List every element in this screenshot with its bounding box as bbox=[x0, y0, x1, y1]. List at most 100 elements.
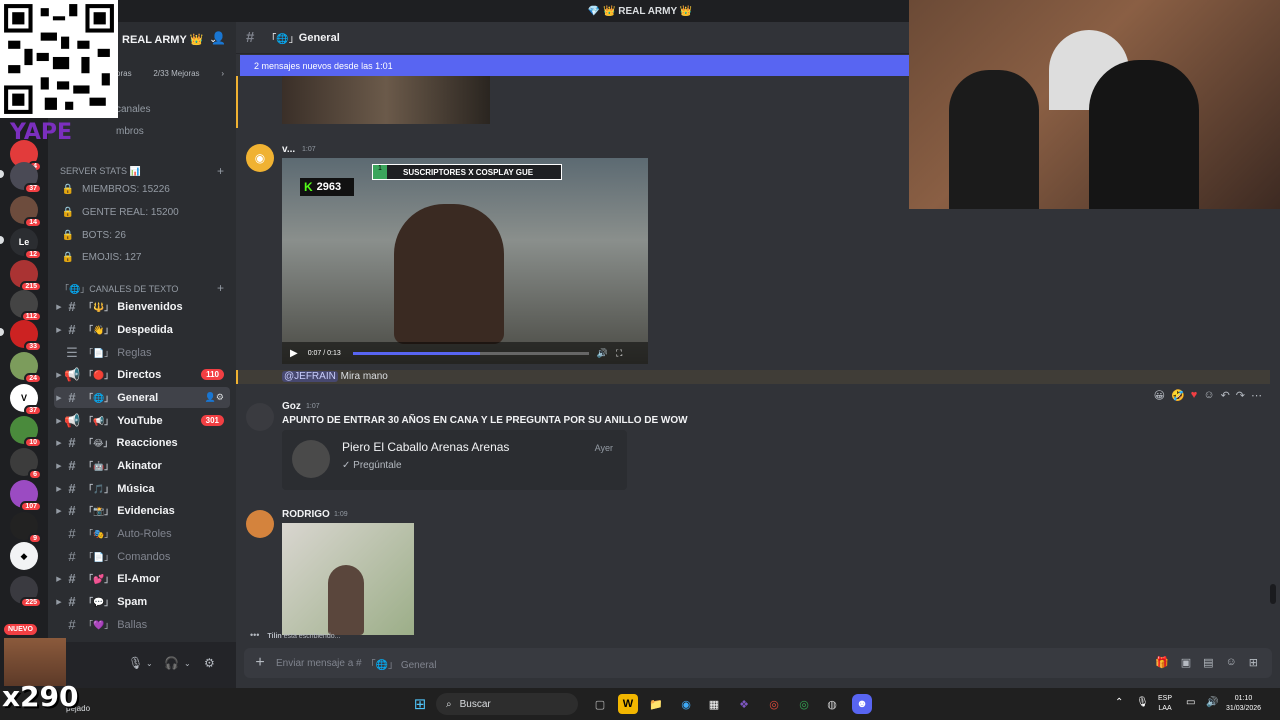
person-silhouette bbox=[1089, 60, 1199, 209]
play-icon[interactable]: ▶ bbox=[290, 348, 298, 359]
discord-taskbar-icon[interactable]: ☻ bbox=[852, 694, 872, 714]
scrollbar[interactable] bbox=[1270, 584, 1276, 604]
fullscreen-icon[interactable]: ⛶ bbox=[616, 348, 622, 359]
channel-evidencias[interactable]: ▶ # 「📸」 Evidencias bbox=[54, 500, 230, 521]
browser-icon[interactable]: ◎ bbox=[794, 694, 814, 714]
chevron-down-icon[interactable]: ⌄ bbox=[184, 659, 191, 668]
boost-progress[interactable]: oras 2/33 Mejoras › bbox=[112, 64, 228, 82]
link-embed[interactable]: Piero El Caballo Arenas Arenas ✓ Pregúnt… bbox=[282, 430, 627, 490]
add-channel-icon[interactable]: + bbox=[217, 164, 224, 178]
browse-channels[interactable]: canales bbox=[116, 104, 150, 115]
channel-directos[interactable]: ▶ 📢 「🔴」 Directos 110 bbox=[54, 364, 230, 385]
headphones-icon[interactable]: 🎧 bbox=[164, 656, 179, 670]
obs-icon[interactable]: ◍ bbox=[822, 694, 842, 714]
video-seek-bar[interactable] bbox=[352, 351, 589, 355]
channel-auto-roles[interactable]: # 「🎭」 Auto-Roles bbox=[54, 523, 230, 544]
stat-emojis[interactable]: 🔒 EMOJIS: 127 bbox=[60, 247, 230, 267]
chevron-right-icon: ▶ bbox=[56, 575, 62, 583]
microphone-icon[interactable]: 🎙 bbox=[128, 656, 143, 670]
chevron-up-icon[interactable]: ⌃ bbox=[1115, 698, 1123, 708]
copilot-icon[interactable]: ❖ bbox=[734, 694, 754, 714]
channel-el-amor[interactable]: ▶ # 「💕」 El-Amor bbox=[54, 568, 230, 589]
server-icon[interactable]: 112 bbox=[10, 290, 42, 322]
add-reaction-icon[interactable]: ☺ bbox=[1203, 389, 1214, 402]
channel-reglas[interactable]: ☰ 「📄」 Reglas bbox=[54, 342, 230, 363]
server-icon[interactable]: 33 bbox=[10, 320, 42, 352]
task-view-icon[interactable]: ▢ bbox=[590, 694, 610, 714]
sticker-icon[interactable]: ▤ bbox=[1203, 656, 1213, 669]
reply-icon[interactable]: ↶ bbox=[1221, 389, 1230, 402]
server-icon[interactable]: 107 bbox=[10, 480, 42, 512]
server-icon[interactable]: 9 bbox=[10, 512, 42, 544]
file-explorer-icon[interactable]: 📁 bbox=[646, 694, 666, 714]
reaction-emoji-icon[interactable]: 😀 bbox=[1154, 389, 1165, 402]
server-icon[interactable]: 14 bbox=[10, 196, 42, 228]
author-name[interactable]: v... bbox=[282, 144, 295, 155]
category-server-stats[interactable]: SERVER STATS 📊 + bbox=[60, 163, 230, 179]
channel-settings-icons[interactable]: 👤⚙ bbox=[205, 392, 224, 403]
gift-icon[interactable]: 🎁 bbox=[1155, 656, 1169, 669]
forward-icon[interactable]: ↷ bbox=[1236, 389, 1245, 402]
channel-ballas[interactable]: # 「💜」 Ballas bbox=[54, 614, 230, 635]
stat-members[interactable]: 🔒 MIEMBROS: 15226 bbox=[60, 179, 230, 199]
author-name[interactable]: Goz bbox=[282, 401, 301, 412]
channel-despedida[interactable]: ▶ # 「👋」 Despedida bbox=[54, 319, 230, 340]
clock[interactable]: 01:10 31/03/2026 bbox=[1226, 694, 1261, 714]
image-attachment[interactable] bbox=[282, 523, 414, 635]
add-user-icon[interactable]: 👤 bbox=[211, 31, 226, 45]
server-icon[interactable]: 225 bbox=[10, 576, 42, 608]
server-icon[interactable]: Le 12 bbox=[10, 228, 42, 260]
volume-icon[interactable]: 🔊 bbox=[1206, 698, 1218, 708]
members-link[interactable]: mbros bbox=[116, 126, 144, 137]
server-icon[interactable]: 10 bbox=[10, 416, 42, 448]
microphone-icon[interactable]: 🎙 bbox=[1136, 698, 1149, 708]
megaphone-icon: 📢 bbox=[64, 412, 81, 428]
gear-icon[interactable]: ⚙ bbox=[204, 656, 215, 670]
stat-real-people[interactable]: 🔒 GENTE REAL: 15200 bbox=[60, 202, 230, 222]
server-icon[interactable]: ◆ bbox=[10, 542, 38, 570]
add-attachment-icon[interactable]: + bbox=[244, 654, 276, 672]
category-text-channels[interactable]: 「🌐」CANALES DE TEXTO + bbox=[60, 280, 230, 296]
taskbar-search[interactable]: ⌕ Buscar bbox=[436, 693, 578, 715]
chevron-down-icon[interactable]: ⌄ bbox=[146, 659, 153, 668]
apps-icon[interactable]: ⊞ bbox=[1249, 656, 1258, 669]
channel-akinator[interactable]: ▶ # 「🤖」 Akinator bbox=[54, 455, 230, 476]
language-indicator[interactable]: ESP LAA bbox=[1158, 694, 1172, 714]
server-icon[interactable]: 6 bbox=[10, 448, 42, 480]
avatar[interactable] bbox=[246, 403, 274, 431]
new-messages-bar[interactable]: 2 mensajes nuevos desde las 1:01 bbox=[240, 55, 910, 76]
emoji-icon[interactable]: ☺ bbox=[1226, 656, 1237, 669]
channel-bienvenidos[interactable]: ▶ # 「🔱」 Bienvenidos bbox=[54, 296, 230, 317]
author-name[interactable]: RODRIGO bbox=[282, 509, 330, 520]
user-mention[interactable]: @JEFRAIN bbox=[282, 371, 338, 382]
channel-comandos[interactable]: # 「📄」 Comandos bbox=[54, 546, 230, 567]
discord-avatar-icon[interactable]: ◉ bbox=[246, 144, 274, 172]
avatar[interactable] bbox=[246, 510, 274, 538]
server-icon[interactable]: 24 bbox=[10, 352, 42, 384]
channel-musica[interactable]: ▶ # 「🎵」 Música bbox=[54, 478, 230, 499]
windows-start-icon[interactable]: ⊞ bbox=[410, 694, 430, 714]
capture-app-icon[interactable]: ▦ bbox=[704, 694, 724, 714]
video-attachment[interactable]: 1 SUSCRIPTORES X COSPLAY GUE K 2963 ▶ 0:… bbox=[282, 158, 648, 364]
edge-icon[interactable]: ◉ bbox=[676, 694, 696, 714]
channel-youtube[interactable]: ▶ 📢 「📢」 YouTube 301 bbox=[54, 410, 230, 431]
chevron-right-icon: ▶ bbox=[56, 326, 62, 334]
volume-icon[interactable]: 🔊 bbox=[597, 348, 608, 359]
stat-bots[interactable]: 🔒 BOTS: 26 bbox=[60, 225, 230, 245]
heart-icon[interactable]: ♥ bbox=[1191, 389, 1198, 402]
app-w-icon[interactable]: W bbox=[618, 694, 638, 714]
server-icon[interactable]: V 37 bbox=[10, 384, 42, 416]
gif-icon[interactable]: ▣ bbox=[1181, 656, 1191, 669]
channel-general[interactable]: ▶ # 「🌐」 General 👤⚙ bbox=[54, 387, 230, 408]
message-composer[interactable]: + Enviar mensaje a # 「🌐」 General 🎁 ▣ ▤ ☺… bbox=[244, 648, 1272, 678]
add-channel-icon[interactable]: + bbox=[217, 281, 224, 295]
reaction-emoji-icon[interactable]: 🤣 bbox=[1171, 389, 1185, 402]
server-icon[interactable]: 37 bbox=[10, 162, 42, 194]
network-icon[interactable]: ▭ bbox=[1186, 698, 1195, 708]
channel-spam[interactable]: ▶ # 「💬」 Spam bbox=[54, 591, 230, 612]
previous-image-attachment[interactable] bbox=[282, 76, 490, 124]
server-icon[interactable]: 215 bbox=[10, 260, 42, 292]
more-icon[interactable]: ⋯ bbox=[1251, 389, 1262, 402]
chrome-icon[interactable]: ◎ bbox=[764, 694, 784, 714]
channel-reacciones[interactable]: ▶ # 「😂」 Reacciones bbox=[54, 432, 230, 453]
